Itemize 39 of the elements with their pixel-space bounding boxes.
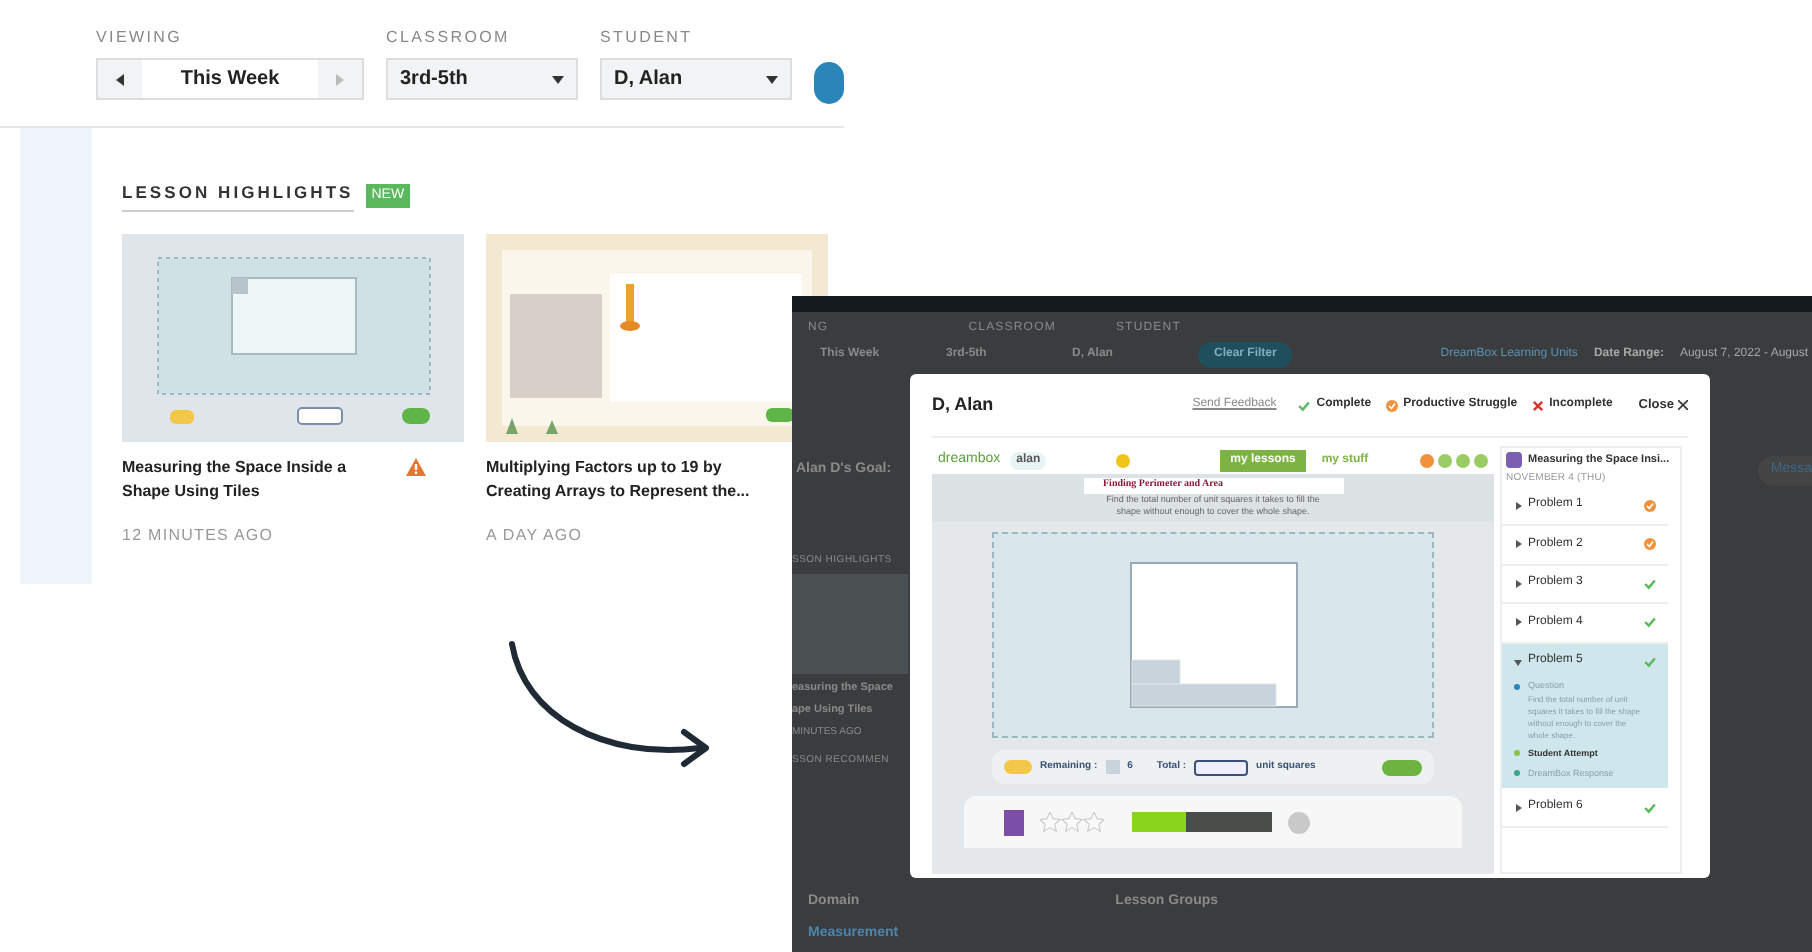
filter-label: VIEWING — [96, 26, 185, 50]
caret-right-icon — [1514, 540, 1522, 549]
modal-title: D, Alan — [932, 391, 996, 418]
badge-icon — [1004, 809, 1024, 835]
seal-icon — [1288, 811, 1310, 833]
reset-button[interactable] — [1004, 760, 1032, 774]
sound-icon[interactable] — [1438, 453, 1452, 467]
week-selector[interactable]: This Week — [96, 58, 364, 100]
help-icon[interactable] — [1420, 453, 1434, 467]
lesson-thumbnail — [792, 574, 908, 674]
section-title: LESSON HIGHLIGHTS — [122, 180, 354, 212]
caret-down-icon — [766, 73, 778, 85]
tile-swatch — [1105, 760, 1120, 774]
caret-right-icon — [1514, 803, 1522, 811]
total-field[interactable] — [1194, 759, 1249, 775]
lesson-title[interactable]: Multiplying Factors up to 19 by Creating Arrays to Represent the... — [486, 455, 762, 504]
lesson-title[interactable]: Measuring the Space Inside a Shape Using Tiles — [122, 455, 398, 504]
dropdown[interactable]: 3rd-5th — [386, 58, 578, 100]
submit-button[interactable] — [1382, 759, 1422, 775]
close-icon[interactable] — [1474, 453, 1488, 467]
caret-down-icon — [552, 73, 564, 85]
filter-label: STUDENT — [600, 26, 695, 50]
caret-right-icon — [1514, 618, 1522, 627]
week-value: This Week — [142, 60, 318, 98]
pause-icon[interactable] — [1456, 453, 1470, 467]
close-icon — [1678, 400, 1688, 410]
lesson-time: 12 MINUTES AGO — [122, 523, 274, 548]
caret-down-icon — [1514, 657, 1522, 666]
warning-icon — [406, 457, 426, 476]
lesson-icon — [1506, 452, 1522, 468]
filter-label: CLASSROOM — [386, 26, 512, 50]
caret-right-icon — [1514, 579, 1522, 588]
caret-right-icon — [334, 73, 346, 85]
filter-button[interactable] — [814, 62, 844, 104]
lesson-time: A DAY AGO — [486, 523, 583, 548]
caret-left-icon — [114, 73, 126, 85]
caret-right-icon — [1514, 501, 1522, 510]
coin-icon — [1116, 453, 1131, 467]
dropdown[interactable]: D, Alan — [600, 58, 792, 100]
